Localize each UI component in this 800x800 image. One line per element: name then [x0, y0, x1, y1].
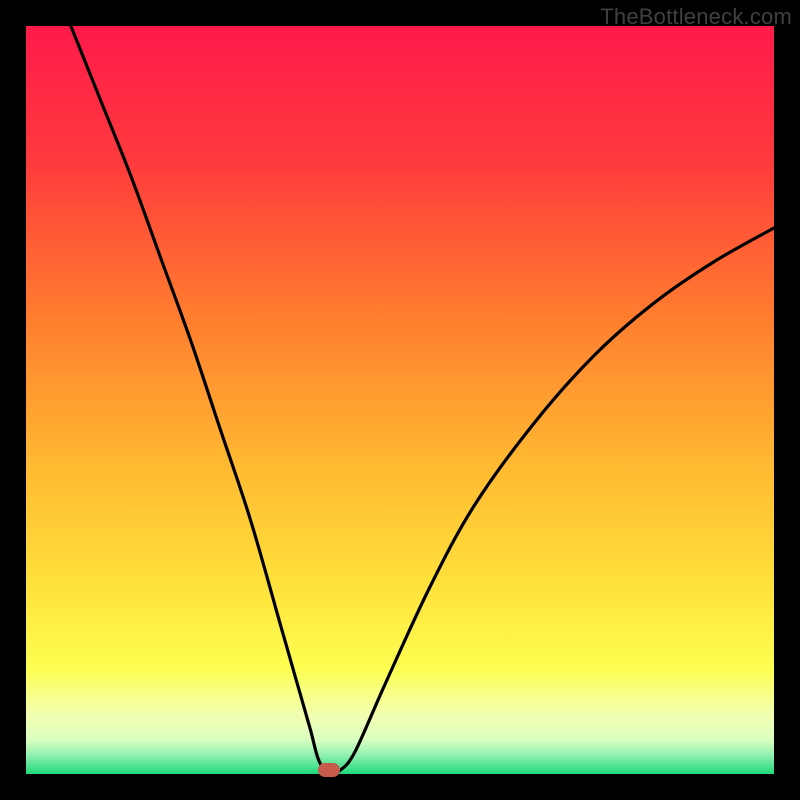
- chart-frame: [26, 26, 774, 774]
- watermark-text: TheBottleneck.com: [600, 4, 792, 30]
- gradient-rect: [26, 26, 774, 774]
- gradient-plot: [26, 26, 774, 774]
- optimal-point-marker: [318, 763, 340, 777]
